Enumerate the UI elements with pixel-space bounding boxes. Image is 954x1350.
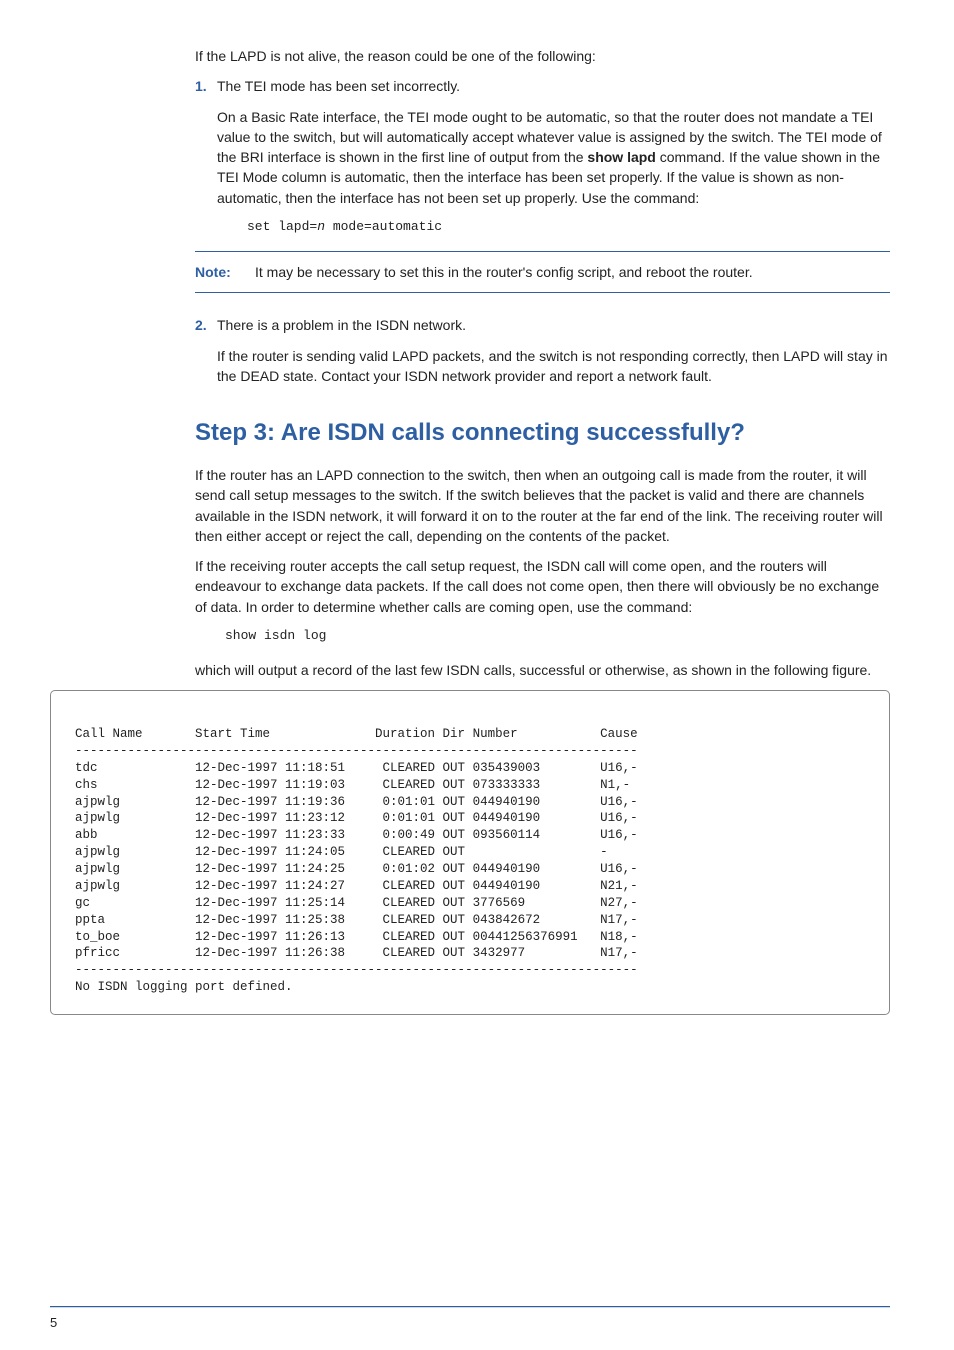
note-label: Note:	[195, 262, 255, 282]
list-item-2: 2. There is a problem in the ISDN networ…	[195, 315, 890, 386]
paragraph: If the router has an LAPD connection to …	[195, 465, 890, 546]
code-italic: n	[317, 219, 325, 234]
list-item-1: 1. The TEI mode has been set incorrectly…	[195, 76, 890, 237]
list-number: 1.	[195, 76, 217, 96]
code-pre: set lapd=	[247, 219, 317, 234]
list-title: There is a problem in the ISDN network.	[217, 315, 890, 335]
step-heading: Step 3: Are ISDN calls connecting succes…	[195, 416, 890, 451]
list-body: On a Basic Rate interface, the TEI mode …	[217, 107, 890, 208]
list-title: The TEI mode has been set incorrectly.	[217, 76, 890, 96]
code-block: set lapd=n mode=automatic	[247, 218, 890, 237]
footer-rule	[50, 1306, 890, 1308]
paragraph: which will output a record of the last f…	[195, 660, 890, 680]
paragraph: If the receiving router accepts the call…	[195, 556, 890, 617]
code-block: show isdn log	[225, 627, 890, 646]
list-number: 2.	[195, 315, 217, 335]
note-text: It may be necessary to set this in the r…	[255, 262, 890, 282]
note-block: Note: It may be necessary to set this in…	[195, 251, 890, 293]
intro-paragraph: If the LAPD is not alive, the reason cou…	[195, 46, 890, 66]
list-body: If the router is sending valid LAPD pack…	[217, 346, 890, 387]
cmd-bold: show lapd	[587, 149, 655, 165]
code-post: mode=automatic	[325, 219, 442, 234]
isdn-log-box: Call Name Start Time Duration Dir Number…	[50, 690, 890, 1015]
page-number: 5	[50, 1315, 57, 1330]
